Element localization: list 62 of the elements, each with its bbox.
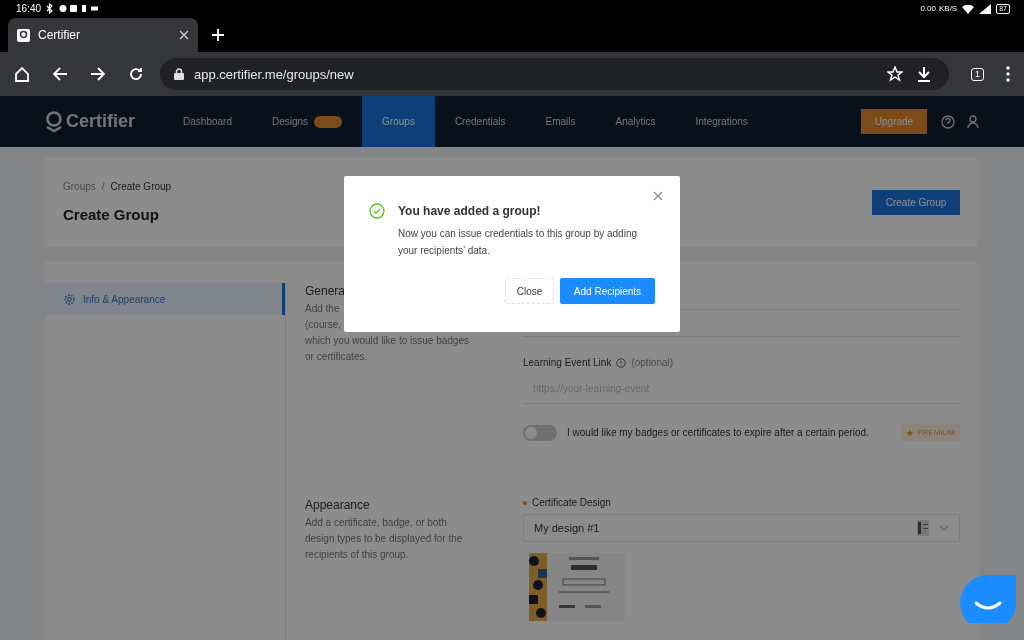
upgrade-button[interactable]: Upgrade (861, 109, 927, 134)
toggle-switch[interactable] (523, 424, 557, 441)
chat-launcher-icon[interactable] (960, 575, 1016, 623)
network-speed: 0.00 KB/S (920, 4, 958, 13)
wifi-icon (962, 3, 975, 14)
section-description: which you would like to issue badges (305, 334, 470, 348)
gear-icon (64, 293, 75, 305)
reload-icon[interactable] (128, 66, 144, 82)
help-icon[interactable] (941, 114, 955, 129)
field-label: Certificate Design (532, 497, 611, 508)
certifier-logo[interactable]: Certifier (45, 110, 136, 133)
nav-tab[interactable]: Dashboard (163, 96, 252, 147)
section-description: (course, (305, 318, 343, 332)
sidebar-item[interactable]: Info & Appearance (45, 283, 285, 315)
design-select[interactable]: My design #1 (523, 514, 960, 542)
notification-icons (59, 4, 100, 13)
section-description: Add a certificate, badge, or both design types to be displayed for the recipients of this group. (305, 516, 464, 562)
close-icon[interactable] (179, 30, 189, 40)
toggle-label: I would like my badges or certificates to expire after a certain period. (567, 427, 870, 438)
status-time: 16:40 (16, 3, 42, 14)
new-tab-icon[interactable] (212, 29, 224, 41)
nav-tab[interactable]: Groups (362, 96, 435, 147)
forward-icon[interactable] (90, 66, 106, 82)
browser-tab[interactable]: Certifier (8, 18, 198, 52)
nav-tab[interactable]: Analytics (595, 96, 676, 147)
breadcrumb-link[interactable]: Groups (63, 181, 96, 192)
chevron-down-icon (939, 525, 949, 531)
star-icon[interactable] (887, 66, 903, 82)
back-icon[interactable] (52, 66, 68, 82)
close-icon[interactable] (653, 191, 663, 201)
nav-tab[interactable]: Integrations (675, 96, 768, 147)
add-recipients-button[interactable]: Add Recipients (560, 278, 655, 304)
field-label: Learning Event Link (523, 357, 612, 368)
more-icon[interactable] (1006, 66, 1010, 82)
dialog-title: You have added a group! (398, 204, 541, 218)
section-description: or certificates. (305, 350, 369, 364)
address-bar[interactable]: app.certifier.me/groups/new (160, 58, 949, 90)
site-icon (17, 28, 30, 42)
bluetooth-icon (46, 3, 55, 14)
optional-note: (optional) (631, 357, 674, 368)
page-title: Create Group (63, 206, 159, 223)
nav-tab[interactable]: Designs (251, 96, 363, 147)
user-icon[interactable] (967, 114, 979, 129)
section-heading: Appearance (305, 497, 371, 513)
design-thumbnail-icon (917, 520, 929, 536)
create-group-button[interactable]: Create Group (872, 190, 960, 215)
section-description: Add the (305, 302, 341, 316)
home-icon[interactable] (14, 66, 30, 82)
premium-badge: PREMIUM (901, 424, 960, 441)
close-button[interactable]: Close (505, 278, 554, 304)
download-icon[interactable] (917, 66, 931, 82)
nav-tab[interactable]: Credentials (434, 96, 526, 147)
check-circle-icon (369, 203, 385, 219)
lock-icon (174, 68, 184, 80)
signal-icon (979, 3, 992, 14)
tab-count[interactable]: 1 (971, 67, 984, 81)
required-mark-icon (523, 500, 527, 505)
dialog-message: Now you can issue credentials to this group by adding your recipients’ data. (398, 227, 639, 258)
nav-tab[interactable]: Emails (525, 96, 596, 147)
info-icon (616, 357, 627, 368)
breadcrumb-separator: / (101, 181, 105, 192)
breadcrumb-current: Create Group (110, 181, 172, 192)
